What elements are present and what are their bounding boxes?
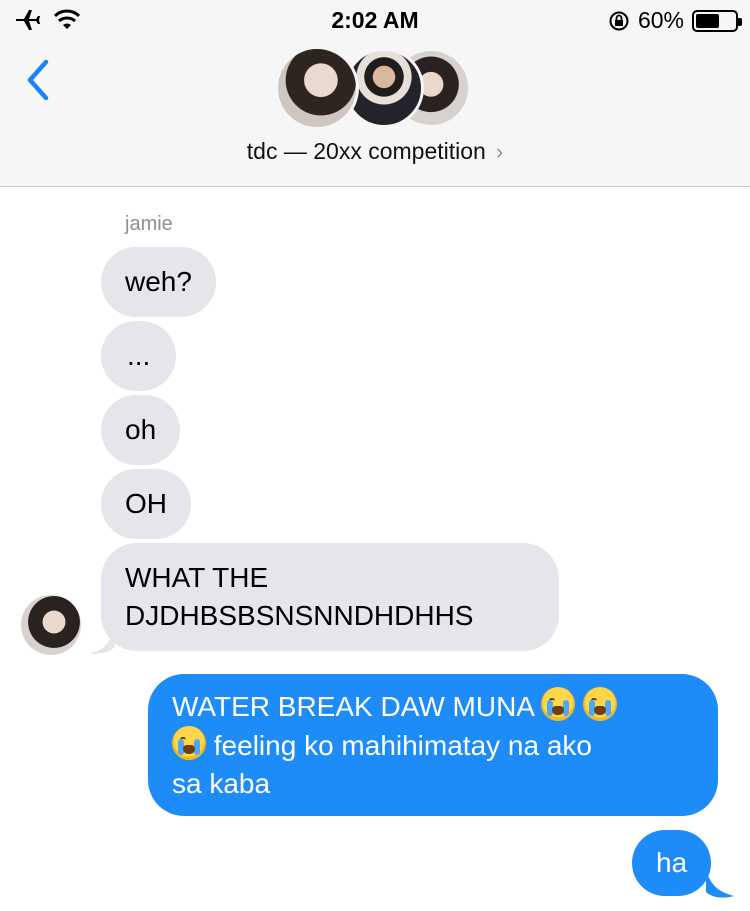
outgoing-message-bubble[interactable]: ha xyxy=(632,830,712,896)
loudly-crying-face-icon xyxy=(583,687,617,721)
chevron-left-icon xyxy=(27,59,49,101)
group-avatars[interactable] xyxy=(275,46,475,132)
sender-name: jamie xyxy=(125,213,173,235)
message-line: WATER BREAK DAW MUNA xyxy=(172,687,694,726)
message-text: WATER BREAK DAW MUNA xyxy=(172,691,534,722)
back-button[interactable] xyxy=(20,56,60,106)
outgoing-message-bubble[interactable]: WATER BREAK DAW MUNA feeling ko mahihima… xyxy=(148,674,718,816)
loudly-crying-face-icon xyxy=(172,726,206,760)
battery-icon xyxy=(692,9,742,32)
message-text: feeling ko mahihimatay na ako xyxy=(213,730,592,761)
sender-avatar[interactable] xyxy=(21,595,81,655)
chevron-right-icon: › xyxy=(495,139,504,164)
incoming-bubble-tail xyxy=(89,631,115,654)
conversation-title[interactable]: tdc — 20xx competition › xyxy=(0,138,750,165)
message-text: ... xyxy=(127,340,151,371)
battery-level-fill xyxy=(696,13,719,28)
outgoing-bubble-tail xyxy=(706,870,734,898)
incoming-message-bubble[interactable]: ... xyxy=(101,321,177,391)
message-text: ha xyxy=(656,847,688,878)
orientation-lock-icon xyxy=(609,11,629,30)
incoming-message-bubble[interactable]: oh xyxy=(101,395,181,465)
status-bar: 2:02 AM 60% xyxy=(0,0,750,40)
conversation-header: 2:02 AM 60% tdc — 20xx competition › xyxy=(0,0,750,187)
loudly-crying-face-icon xyxy=(541,687,576,721)
incoming-message-bubble[interactable]: WHAT THE DJDHBSBSNSNNDHDHHS xyxy=(101,543,559,651)
conversation-title-text: tdc — 20xx competition xyxy=(246,138,486,164)
message-line: sa kaba xyxy=(172,765,694,803)
incoming-message-bubble[interactable]: OH xyxy=(101,469,191,539)
group-member-avatar xyxy=(275,46,359,130)
message-text: sa kaba xyxy=(172,768,271,799)
message-line: feeling ko mahihimatay na ako xyxy=(172,726,694,765)
message-text: OH xyxy=(125,488,167,519)
message-text: DJDHBSBSNSNNDHDHHS xyxy=(125,600,474,631)
battery-cap xyxy=(738,17,742,26)
message-text: weh? xyxy=(125,266,192,297)
message-text: WHAT THE xyxy=(125,562,269,593)
incoming-message-bubble[interactable]: weh? xyxy=(101,247,216,317)
message-text: oh xyxy=(125,414,157,445)
status-icons-right: 60% xyxy=(608,7,742,34)
battery-percentage: 60% xyxy=(637,7,684,33)
